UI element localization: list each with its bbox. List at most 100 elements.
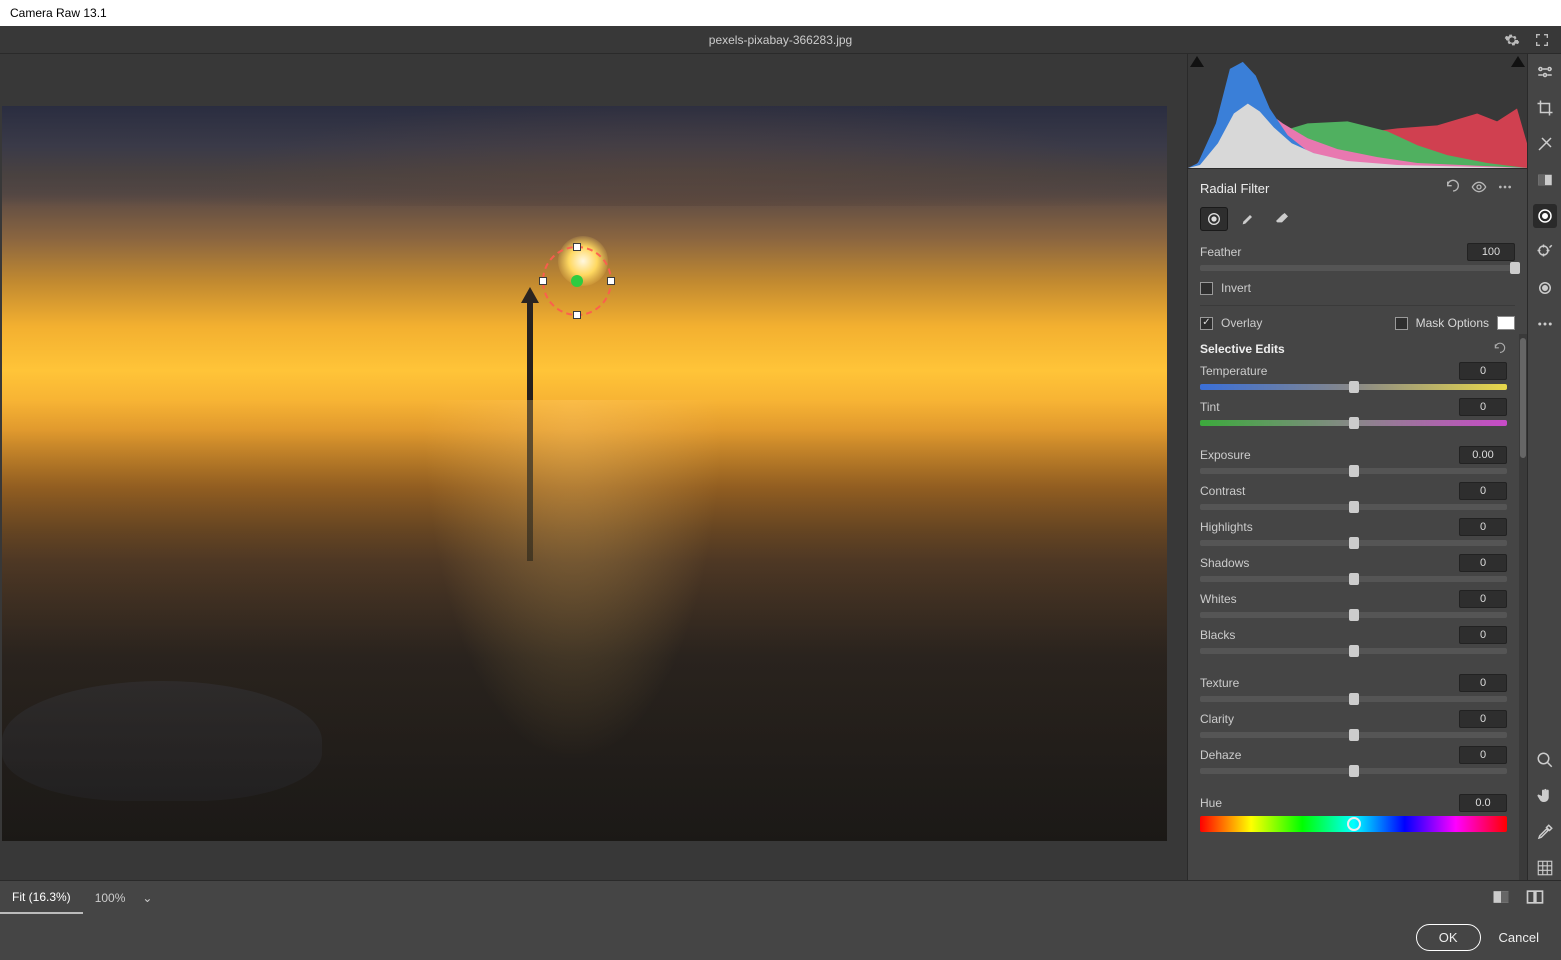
slider-value[interactable]: 0.0	[1459, 794, 1507, 812]
sampler-tool-icon[interactable]	[1533, 820, 1557, 844]
slider-thumb[interactable]	[1349, 381, 1359, 393]
crop-tool-icon[interactable]	[1533, 96, 1557, 120]
slider-value[interactable]: 0	[1459, 398, 1507, 416]
section-reset-icon[interactable]	[1493, 342, 1507, 356]
slider-value[interactable]: 0	[1459, 554, 1507, 572]
slider-value[interactable]: 0	[1459, 482, 1507, 500]
zoom-dropdown-icon[interactable]: ⌄	[137, 891, 157, 905]
slider-track[interactable]	[1200, 816, 1507, 832]
shadow-clip-icon[interactable]	[1190, 56, 1204, 67]
slider-thumb[interactable]	[1349, 729, 1359, 741]
slider-track[interactable]	[1200, 696, 1507, 702]
reset-icon[interactable]	[1445, 179, 1463, 197]
slider-track[interactable]	[1200, 768, 1507, 774]
mask-options-checkbox[interactable]	[1395, 317, 1408, 330]
zoom-tool-icon[interactable]	[1533, 748, 1557, 772]
edit-panel-icon[interactable]	[1533, 60, 1557, 84]
slider-clarity: Clarity0	[1188, 708, 1519, 744]
radial-handle[interactable]	[573, 243, 581, 251]
radial-pin-icon[interactable]	[571, 275, 583, 287]
panel-header: Radial Filter	[1188, 169, 1527, 207]
feather-slider: Feather 100	[1188, 241, 1527, 277]
erase-tool-icon[interactable]	[1268, 207, 1296, 231]
slider-thumb[interactable]	[1349, 501, 1359, 513]
zoom-100[interactable]: 100%	[83, 881, 138, 914]
highlight-clip-icon[interactable]	[1511, 56, 1525, 67]
slider-thumb[interactable]	[1349, 573, 1359, 585]
slider-thumb[interactable]	[1349, 765, 1359, 777]
redeye-tool-icon[interactable]	[1533, 276, 1557, 300]
feather-value[interactable]: 100	[1467, 243, 1515, 261]
slider-label: Tint	[1200, 400, 1459, 414]
slider-thumb[interactable]	[1349, 693, 1359, 705]
slider-thumb[interactable]	[1349, 645, 1359, 657]
slider-thumb[interactable]	[1510, 262, 1520, 274]
radial-handle[interactable]	[573, 311, 581, 319]
slider-track[interactable]	[1200, 384, 1507, 390]
histogram[interactable]	[1188, 54, 1527, 169]
radial-handle[interactable]	[539, 277, 547, 285]
overlay-checkbox[interactable]	[1200, 317, 1213, 330]
radial-tool-icon[interactable]	[1200, 207, 1228, 231]
slider-track[interactable]	[1200, 420, 1507, 426]
slider-track[interactable]	[1200, 612, 1507, 618]
slider-highlights: Highlights0	[1188, 516, 1519, 552]
slider-label: Shadows	[1200, 556, 1459, 570]
before-after-icon[interactable]	[1525, 887, 1547, 909]
slider-thumb[interactable]	[1349, 417, 1359, 429]
scrollbar-thumb[interactable]	[1520, 338, 1526, 458]
slider-track[interactable]	[1200, 468, 1507, 474]
slider-label: Texture	[1200, 676, 1459, 690]
mask-color-swatch[interactable]	[1497, 316, 1515, 330]
grid-tool-icon[interactable]	[1533, 856, 1557, 880]
slider-track[interactable]	[1200, 576, 1507, 582]
cancel-button[interactable]: Cancel	[1499, 930, 1539, 945]
slider-blacks: Blacks0	[1188, 624, 1519, 660]
slider-value[interactable]: 0.00	[1459, 446, 1507, 464]
zoom-fit[interactable]: Fit (16.3%)	[0, 881, 83, 914]
canvas-area[interactable]	[0, 54, 1187, 880]
slider-shadows: Shadows0	[1188, 552, 1519, 588]
slider-label: Temperature	[1200, 364, 1459, 378]
slider-label: Dehaze	[1200, 748, 1459, 762]
gear-icon[interactable]	[1503, 31, 1521, 49]
brush-tool-icon[interactable]	[1234, 207, 1262, 231]
radial-handle[interactable]	[607, 277, 615, 285]
slider-value[interactable]: 0	[1459, 674, 1507, 692]
more-tools-icon[interactable]	[1533, 312, 1557, 336]
panel-scrollbar[interactable]	[1519, 334, 1527, 880]
eye-icon[interactable]	[1471, 179, 1489, 197]
ok-button[interactable]: OK	[1416, 924, 1481, 951]
slider-thumb[interactable]	[1349, 609, 1359, 621]
toggle-mask-icon[interactable]	[1491, 887, 1513, 909]
slider-value[interactable]: 0	[1459, 590, 1507, 608]
right-panel: Radial Filter Feather 100 In	[1187, 54, 1527, 880]
slider-track[interactable]	[1200, 540, 1507, 546]
slider-temperature: Temperature0	[1188, 360, 1519, 396]
slider-value[interactable]: 0	[1459, 362, 1507, 380]
hand-tool-icon[interactable]	[1533, 784, 1557, 808]
slider-track[interactable]	[1200, 732, 1507, 738]
slider-track[interactable]	[1200, 504, 1507, 510]
fullscreen-icon[interactable]	[1533, 31, 1551, 49]
invert-checkbox[interactable]	[1200, 282, 1213, 295]
slider-thumb[interactable]	[1349, 465, 1359, 477]
slider-tint: Tint0	[1188, 396, 1519, 432]
slider-value[interactable]: 0	[1459, 746, 1507, 764]
slider-hue: Hue0.0	[1188, 792, 1519, 838]
gradient-tool-icon[interactable]	[1533, 168, 1557, 192]
slider-thumb[interactable]	[1349, 537, 1359, 549]
radial-filter-marker[interactable]	[542, 246, 612, 316]
app-header: pexels-pixabay-366283.jpg	[0, 26, 1561, 54]
heal-tool-icon[interactable]	[1533, 132, 1557, 156]
slider-value[interactable]: 0	[1459, 626, 1507, 644]
more-icon[interactable]	[1497, 179, 1515, 197]
slider-thumb[interactable]	[1347, 817, 1361, 831]
feather-track[interactable]	[1200, 265, 1515, 271]
slider-value[interactable]: 0	[1459, 710, 1507, 728]
slider-value[interactable]: 0	[1459, 518, 1507, 536]
target-adjust-icon[interactable]	[1533, 240, 1557, 264]
slider-track[interactable]	[1200, 648, 1507, 654]
radial-panel-icon[interactable]	[1533, 204, 1557, 228]
mask-options-label: Mask Options	[1416, 316, 1489, 330]
